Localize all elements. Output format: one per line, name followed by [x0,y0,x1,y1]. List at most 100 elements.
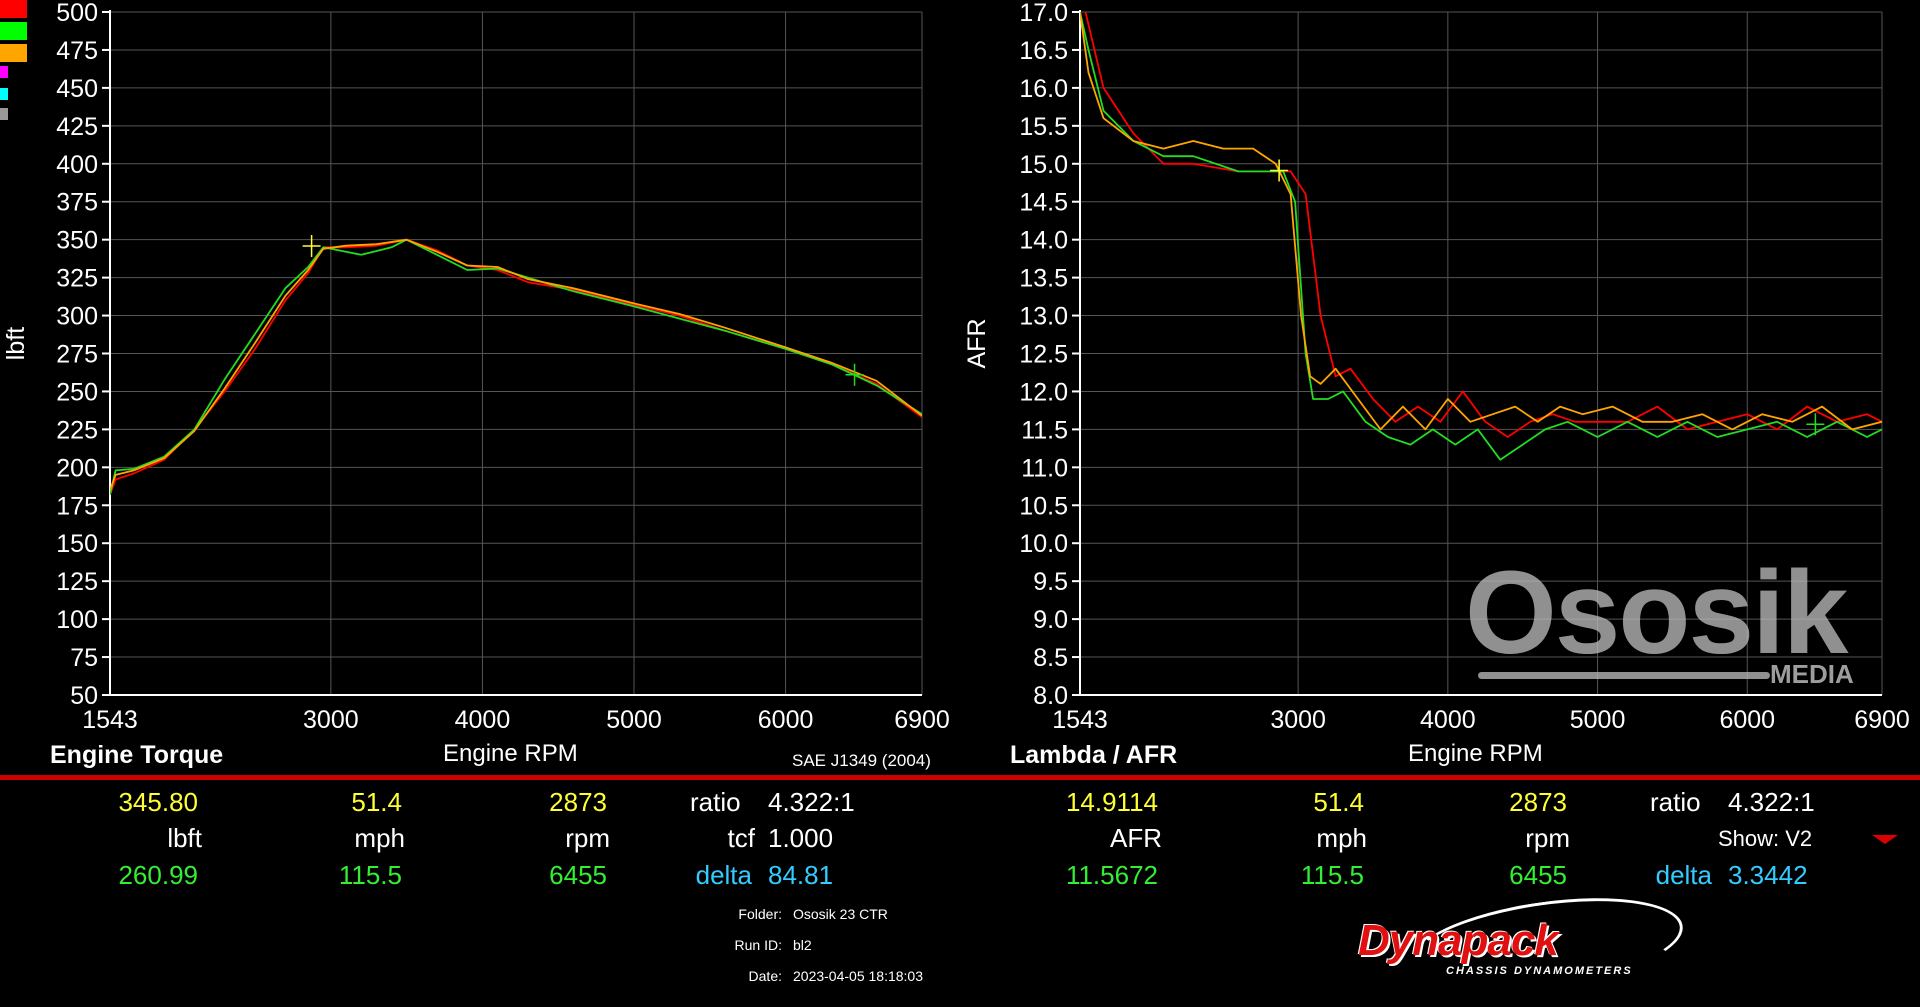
afr-y-tick-label: 17.0 [1019,0,1068,27]
afr-cursor2-value: 11.5672 [1065,860,1158,890]
torque-ratio-value: 4.322:1 [768,787,855,817]
afr-x-tick-label: 3000 [1270,706,1326,734]
torque-y-tick-label: 300 [56,303,98,331]
afr-x-tick-label: 4000 [1420,706,1476,734]
afr-series-line [1080,12,1882,461]
afr-y-tick-label: 14.0 [1019,227,1068,255]
afr-delta-value: 3.3442 [1728,860,1808,890]
afr-unit-value: AFR [1110,823,1162,853]
afr-y-tick-label: 11.5 [1021,416,1068,444]
afr-y-tick-label: 10.5 [1019,492,1068,520]
afr-y-tick-label: 13.0 [1019,303,1068,331]
afr-cursor2-rpm: 6455 [1509,860,1567,890]
afr-unit-mph: mph [1316,823,1367,853]
afr-ratio-value: 4.322:1 [1728,787,1815,817]
torque-x-tick-label: 5000 [606,706,662,734]
afr-x-axis-title: Engine RPM [1408,740,1543,767]
afr-y-axis-title: AFR [963,319,991,369]
torque-y-tick-label: 375 [56,189,98,217]
afr-x-tick-label: 1543 [1052,706,1108,734]
torque-unit-mph: mph [354,823,405,853]
torque-y-tick-label: 200 [56,454,98,482]
afr-y-tick-label: 16.5 [1019,37,1068,65]
torque-y-tick-label: 250 [56,378,98,406]
torque-cursor2-rpm: 6455 [549,860,607,890]
torque-x-tick-label: 6000 [758,706,814,734]
torque-y-tick-label: 450 [56,75,98,103]
afr-y-tick-label: 14.5 [1019,189,1068,217]
show-dropdown-label: Show: V2 [1718,826,1813,851]
torque-y-tick-label: 500 [56,0,98,27]
torque-y-tick-label: 400 [56,151,98,179]
torque-y-tick-label: 100 [56,606,98,634]
torque-ratio-label: ratio [690,787,741,817]
torque-y-tick-label: 150 [56,530,98,558]
torque-y-tick-label: 475 [56,37,98,65]
afr-cursor1-rpm: 2873 [1509,787,1567,817]
torque-y-tick-label: 325 [56,265,98,293]
date-label: Date: [748,968,782,984]
brand-tagline: CHASSIS DYNAMOMETERS [1446,965,1633,977]
afr-y-tick-label: 8.5 [1033,644,1068,672]
afr-delta-label: delta [1655,860,1712,890]
afr-y-tick-label: 9.0 [1033,606,1068,634]
afr-series-line [1080,12,1882,431]
afr-y-tick-label: 9.5 [1033,568,1068,596]
afr-y-tick-label: 16.0 [1019,75,1068,103]
afr-cursor2-mph: 115.5 [1300,860,1364,890]
folder-value: Ososik 23 CTR [793,906,888,922]
afr-series-line [1084,12,1882,438]
torque-cursor1-value: 345.80 [118,787,198,817]
date-value: 2023-04-05 18:18:03 [793,968,923,984]
afr-x-tick-label: 6900 [1854,706,1910,734]
torque-unit-value: lbft [167,823,202,853]
torque-y-tick-label: 350 [56,227,98,255]
standard-label: SAE J1349 (2004) [792,751,931,770]
torque-x-tick-label: 3000 [303,706,359,734]
torque-delta-value: 84.81 [768,860,834,890]
torque-cursor2-mph: 115.5 [338,860,402,890]
torque-cursor2-value: 260.99 [118,860,198,890]
watermark-underline [1478,672,1770,679]
afr-y-tick-label: 11.0 [1021,454,1068,482]
torque-y-tick-label: 275 [56,341,98,369]
chevron-down-icon[interactable] [1872,835,1898,844]
torque-y-tick-label: 75 [70,644,98,672]
afr-y-tick-label: 15.0 [1019,151,1068,179]
afr-y-tick-label: 10.0 [1019,530,1068,558]
afr-y-tick-label: 13.5 [1019,265,1068,293]
run-id-value: bl2 [793,937,812,953]
torque-delta-label: delta [695,860,752,890]
brand-logo: Dynapack CHASSIS DYNAMOMETERS [1358,883,1698,1007]
torque-y-tick-label: 125 [56,568,98,596]
afr-x-tick-label: 6000 [1719,706,1775,734]
torque-y-tick-label: 175 [56,492,98,520]
torque-y-tick-label: 225 [56,416,98,444]
folder-label: Folder: [738,906,782,922]
afr-cursor1-value: 14.9114 [1065,787,1158,817]
torque-cursor1-mph: 51.4 [351,787,402,817]
afr-ratio-label: ratio [1650,787,1701,817]
torque-chart-title: Engine Torque [50,741,224,769]
afr-chart-title: Lambda / AFR [1010,741,1178,769]
show-dropdown[interactable]: Show: V2 [1718,826,1812,852]
brand-name: Dynapack [1358,916,1559,965]
torque-y-tick-label: 425 [56,113,98,141]
torque-tcf-label: tcf [727,823,755,853]
afr-y-tick-label: 15.5 [1019,113,1068,141]
afr-y-tick-label: 12.0 [1019,378,1068,406]
torque-cursor1-rpm: 2873 [549,787,607,817]
torque-unit-rpm: rpm [565,823,610,853]
afr-cursor1-mph: 51.4 [1313,787,1364,817]
torque-tcf-value: 1.000 [768,823,834,853]
separator-bar [0,775,1920,780]
run-id-label: Run ID: [734,937,782,953]
torque-y-axis-title: lbft [2,327,30,360]
afr-unit-rpm: rpm [1525,823,1570,853]
torque-x-axis-title: Engine RPM [443,740,578,767]
watermark-sub: MEDIA [1770,659,1854,689]
afr-y-tick-label: 12.5 [1019,341,1068,369]
afr-x-tick-label: 5000 [1570,706,1626,734]
torque-x-tick-label: 4000 [455,706,511,734]
torque-x-tick-label: 1543 [82,706,138,734]
